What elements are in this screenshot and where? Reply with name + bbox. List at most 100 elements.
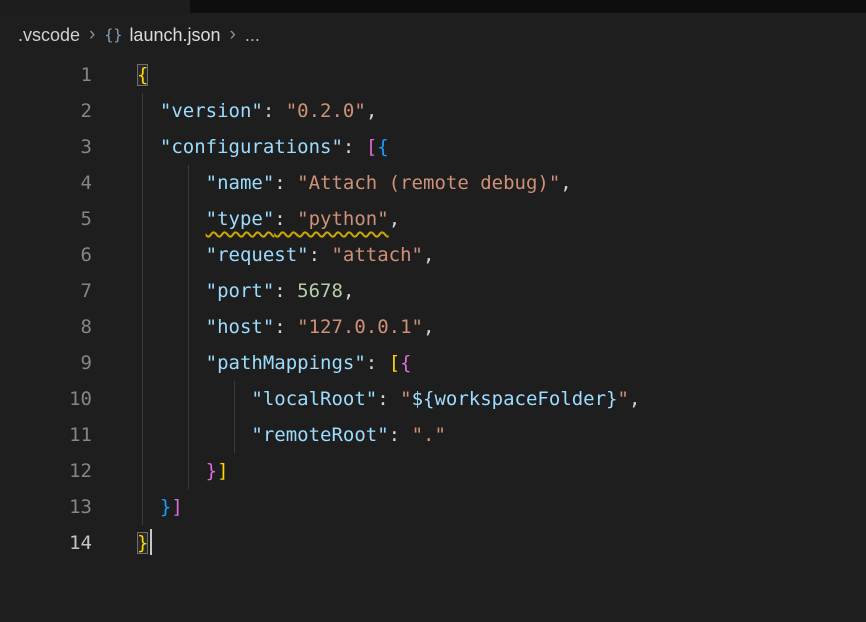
code-line[interactable]: 1{: [0, 57, 866, 93]
code-line[interactable]: 8 "host": "127.0.0.1",: [0, 309, 866, 345]
code-token: ": [400, 388, 411, 410]
breadcrumb-folder[interactable]: .vscode: [18, 25, 80, 46]
code-token: ,: [423, 316, 434, 338]
line-number[interactable]: 2: [0, 93, 92, 129]
code-line-content: "localRoot": "${workspaceFolder}",: [92, 381, 866, 417]
code-token: [137, 100, 160, 122]
line-number[interactable]: 6: [0, 237, 92, 273]
indent-guide-line: [142, 309, 143, 345]
code-line-text: "port": 5678,: [137, 273, 866, 309]
code-line-text: "name": "Attach (remote debug)",: [137, 165, 866, 201]
indent-guide-line: [234, 417, 235, 453]
code-line[interactable]: 5 "type": "python",: [0, 201, 866, 237]
code-token: 5678: [297, 280, 343, 302]
indent-guide-line: [188, 345, 189, 381]
line-number[interactable]: 5: [0, 201, 92, 237]
code-line[interactable]: 9 "pathMappings": [{: [0, 345, 866, 381]
indent-guide-line: [142, 237, 143, 273]
breadcrumb-more[interactable]: ...: [245, 25, 260, 46]
tab-bar-strip: [0, 0, 866, 13]
code-token: "0.2.0": [286, 100, 366, 122]
code-token: "request": [206, 244, 309, 266]
chevron-right-icon: ›: [230, 24, 236, 46]
code-line-text: "localRoot": "${workspaceFolder}",: [137, 381, 866, 417]
code-line-content: }]: [92, 489, 866, 525]
code-token: "configurations": [160, 136, 343, 158]
code-line[interactable]: 14}: [0, 525, 866, 561]
code-token: :: [343, 136, 366, 158]
line-number[interactable]: 7: [0, 273, 92, 309]
code-line-text: "version": "0.2.0",: [137, 93, 866, 129]
code-line[interactable]: 10 "localRoot": "${workspaceFolder}",: [0, 381, 866, 417]
code-line[interactable]: 6 "request": "attach",: [0, 237, 866, 273]
code-token: ,: [423, 244, 434, 266]
code-token: ]: [171, 496, 182, 518]
indent-guide-line: [142, 129, 143, 165]
code-token: {: [400, 352, 411, 374]
line-number[interactable]: 9: [0, 345, 92, 381]
line-number[interactable]: 12: [0, 453, 92, 489]
line-number[interactable]: 8: [0, 309, 92, 345]
code-line[interactable]: 7 "port": 5678,: [0, 273, 866, 309]
indent-guide-line: [188, 381, 189, 417]
code-line[interactable]: 11 "remoteRoot": ".": [0, 417, 866, 453]
indent-guide-line: [142, 201, 143, 237]
code-line-content: "port": 5678,: [92, 273, 866, 309]
indent-guide-line: [142, 345, 143, 381]
code-line[interactable]: 12 }]: [0, 453, 866, 489]
indent-guide-line: [188, 201, 189, 237]
code-token: :: [274, 280, 297, 302]
code-lines: 1{2 "version": "0.2.0",3 "configurations…: [0, 57, 866, 561]
line-number[interactable]: 4: [0, 165, 92, 201]
line-number[interactable]: 3: [0, 129, 92, 165]
code-line[interactable]: 13 }]: [0, 489, 866, 525]
line-number[interactable]: 10: [0, 381, 92, 417]
code-token: {: [377, 136, 388, 158]
text-cursor: [150, 529, 152, 555]
code-line-content: "type": "python",: [92, 201, 866, 237]
indent-guide-line: [142, 453, 143, 489]
code-token: ,: [629, 388, 640, 410]
code-token: ,: [343, 280, 354, 302]
indent-guide-line: [188, 417, 189, 453]
code-line[interactable]: 2 "version": "0.2.0",: [0, 93, 866, 129]
indent-guide-line: [142, 273, 143, 309]
code-token: }: [206, 460, 217, 482]
code-line-text: "pathMappings": [{: [137, 345, 866, 381]
code-token: [: [389, 352, 400, 374]
code-token: [137, 316, 206, 338]
code-token: :: [274, 172, 297, 194]
indent-guide-line: [188, 309, 189, 345]
code-token: [137, 208, 206, 230]
indent-guide-line: [142, 93, 143, 129]
code-line-content: {: [92, 57, 866, 93]
code-line-text: }: [137, 525, 866, 561]
code-token: "pathMappings": [206, 352, 366, 374]
chevron-right-icon: ›: [89, 24, 95, 46]
json-file-icon: {}: [104, 26, 122, 44]
line-number[interactable]: 13: [0, 489, 92, 525]
code-token: :: [274, 316, 297, 338]
line-number[interactable]: 1: [0, 57, 92, 93]
code-line[interactable]: 3 "configurations": [{: [0, 129, 866, 165]
warning-squiggle: "type": "python": [206, 208, 389, 230]
code-line-text: "host": "127.0.0.1",: [137, 309, 866, 345]
code-line-text: "remoteRoot": ".": [137, 417, 866, 453]
code-line-text: "configurations": [{: [137, 129, 866, 165]
code-line-content: "configurations": [{: [92, 129, 866, 165]
code-token: }: [160, 496, 171, 518]
code-token: "host": [206, 316, 275, 338]
line-number[interactable]: 14: [0, 525, 92, 561]
code-line[interactable]: 4 "name": "Attach (remote debug)",: [0, 165, 866, 201]
code-token: [: [366, 136, 377, 158]
code-token: "remoteRoot": [251, 424, 388, 446]
code-token: {: [137, 64, 148, 86]
code-token: "type": [206, 208, 275, 230]
code-token: "127.0.0.1": [297, 316, 423, 338]
code-line-content: "version": "0.2.0",: [92, 93, 866, 129]
code-line-content: "pathMappings": [{: [92, 345, 866, 381]
breadcrumb-file[interactable]: launch.json: [129, 25, 220, 46]
code-token: [137, 352, 206, 374]
code-token: ".": [412, 424, 446, 446]
line-number[interactable]: 11: [0, 417, 92, 453]
